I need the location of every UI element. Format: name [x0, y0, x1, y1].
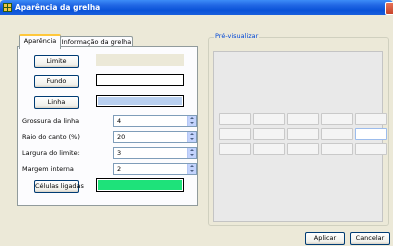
line-thickness-value: 4: [117, 117, 122, 125]
preview-cell: [253, 113, 285, 125]
close-icon[interactable]: [385, 2, 393, 15]
line-button[interactable]: Linha: [34, 96, 79, 109]
border-width-value: 3: [117, 149, 122, 157]
preview-legend: Pré-visualizar: [214, 32, 260, 41]
preview-cell: [219, 128, 251, 140]
preview-cell: [321, 128, 353, 140]
preview-cell: [355, 143, 387, 155]
preview-cell: [287, 113, 319, 125]
preview-cell: [253, 128, 285, 140]
preview-cell: [253, 143, 285, 155]
preview-canvas: [213, 51, 387, 222]
dialog-window: Aparência da grelha Aparência Informação…: [0, 0, 393, 246]
corner-radius-value: 20: [117, 133, 126, 141]
preview-cell: [287, 143, 319, 155]
preview-cell: [219, 143, 251, 155]
linked-cells-button[interactable]: Células ligadas: [34, 180, 84, 193]
cancel-button[interactable]: Cancelar: [350, 232, 390, 245]
border-width-spinner[interactable]: 3: [113, 147, 197, 159]
spin-arrows-icon[interactable]: [187, 132, 196, 142]
spin-arrows-icon[interactable]: [187, 164, 196, 174]
inner-margin-value: 2: [117, 165, 122, 173]
corner-radius-label: Raio do canto (%): [22, 133, 80, 141]
preview-cell: [321, 143, 353, 155]
window-title: Aparência da grelha: [15, 3, 101, 12]
limit-color-swatch[interactable]: [96, 54, 184, 66]
spin-arrows-icon[interactable]: [187, 116, 196, 126]
border-width-label: Largura do limite:: [22, 149, 80, 157]
line-thickness-label: Grossura da linha: [22, 117, 80, 125]
limit-button[interactable]: Limite: [34, 55, 79, 68]
line-thickness-spinner[interactable]: 4: [113, 115, 197, 127]
preview-cell: [355, 128, 387, 140]
linked-cells-color-swatch[interactable]: [96, 178, 184, 192]
apply-button[interactable]: Aplicar: [305, 232, 345, 245]
preview-cell: [219, 113, 251, 125]
preview-cell: [355, 113, 387, 125]
inner-margin-label: Margem interna: [22, 165, 74, 173]
tab-appearance[interactable]: Aparência: [19, 34, 61, 49]
preview-cell: [321, 113, 353, 125]
appearance-panel: Limite Fundo Linha Grossura da linha 4 R…: [17, 46, 198, 206]
inner-margin-spinner[interactable]: 2: [113, 163, 197, 175]
grid-icon: [3, 3, 12, 12]
corner-radius-spinner[interactable]: 20: [113, 131, 197, 143]
background-button[interactable]: Fundo: [34, 75, 79, 88]
title-bar[interactable]: Aparência da grelha: [0, 0, 393, 15]
background-color-swatch[interactable]: [96, 74, 184, 86]
spin-arrows-icon[interactable]: [187, 148, 196, 158]
line-color-swatch[interactable]: [96, 95, 184, 107]
preview-cell: [287, 128, 319, 140]
